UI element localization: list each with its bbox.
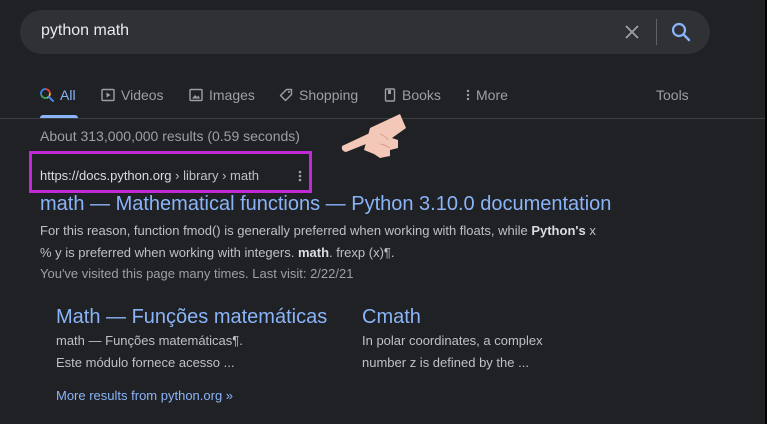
play-icon <box>101 88 115 102</box>
tag-icon <box>279 88 293 102</box>
search-icon[interactable] <box>671 22 691 42</box>
tab-label: All <box>60 87 76 103</box>
book-icon <box>384 88 396 102</box>
tab-label: Images <box>209 87 255 103</box>
sitelink-title-cmath[interactable]: Cmath <box>362 306 421 329</box>
sitelink-snippet: In polar coordinates, a complex <box>362 333 543 348</box>
tab-images[interactable]: Images <box>189 85 255 105</box>
tab-label: Books <box>402 87 441 103</box>
pointing-hand-icon <box>341 114 406 158</box>
more-results-link[interactable]: More results from python.org » <box>56 388 233 403</box>
more-vert-icon <box>466 89 470 101</box>
snippet-text: For this reason, function fmod() is gene… <box>40 223 532 238</box>
snippet-bold: math <box>297 245 330 260</box>
result-url-path: › library › math <box>171 168 259 183</box>
result-snippet-line-2: % y is preferred when working with integ… <box>40 245 395 260</box>
sitelink-snippet: number z is defined by the ... <box>362 355 529 370</box>
result-stats: About 313,000,000 results (0.59 seconds) <box>40 128 300 144</box>
tab-more[interactable]: More <box>466 85 508 105</box>
result-snippet-line-1: For this reason, function fmod() is gene… <box>40 223 596 238</box>
tab-books[interactable]: Books <box>384 85 441 105</box>
visited-note: You've visited this page many times. Las… <box>40 266 354 281</box>
result-title-link[interactable]: math — Mathematical functions — Python 3… <box>40 193 611 216</box>
snippet-bold: Python's <box>531 223 586 238</box>
image-icon <box>189 88 203 102</box>
search-divider <box>656 19 657 45</box>
sitelink-title-math-funcoes[interactable]: Math — Funções matemáticas <box>56 306 327 329</box>
close-icon[interactable] <box>623 23 641 41</box>
result-url-domain: https://docs.python.org <box>40 168 172 183</box>
tab-all[interactable]: All <box>40 85 76 105</box>
snippet-text: x <box>585 223 596 238</box>
sitelink-snippet: Este módulo fornece acesso ... <box>56 355 235 370</box>
snippet-text: % y is preferred when working with integ… <box>40 245 298 260</box>
result-url[interactable]: https://docs.python.org › library › math <box>40 168 259 183</box>
tab-label: Shopping <box>299 87 359 103</box>
tab-shopping[interactable]: Shopping <box>279 85 358 105</box>
sitelink-snippet: math — Funções matemáticas¶. <box>56 333 243 348</box>
tools-label: Tools <box>656 87 689 103</box>
snippet-text: . frexp (x)¶. <box>329 245 395 260</box>
more-vert-icon[interactable] <box>296 168 304 184</box>
tab-label: Videos <box>121 87 164 103</box>
tools-button[interactable]: Tools <box>656 85 689 105</box>
search-bar[interactable]: python math <box>20 10 710 54</box>
search-icon <box>40 88 54 102</box>
search-input[interactable]: python math <box>41 22 129 40</box>
tab-label: More <box>476 87 508 103</box>
tab-videos[interactable]: Videos <box>101 85 164 105</box>
